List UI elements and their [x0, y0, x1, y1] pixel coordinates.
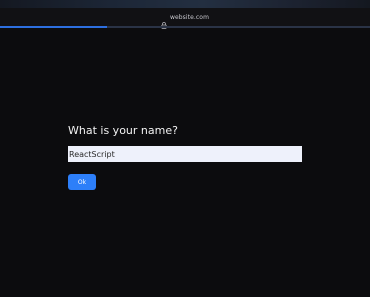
- page-load-progress-bar: [0, 26, 370, 28]
- name-input[interactable]: [68, 146, 302, 162]
- window-top-strip: [0, 0, 370, 8]
- prompt-form: What is your name? Ok: [68, 124, 304, 190]
- browser-window: website.com What is your name? Ok: [0, 0, 370, 297]
- url-text: website.com: [169, 13, 210, 21]
- lock-icon: [161, 14, 167, 29]
- address-bar[interactable]: website.com: [0, 8, 370, 29]
- url-display[interactable]: website.com: [161, 13, 210, 29]
- page-load-progress-fill: [0, 26, 108, 28]
- ok-button[interactable]: Ok: [68, 174, 96, 190]
- prompt-label: What is your name?: [68, 124, 178, 137]
